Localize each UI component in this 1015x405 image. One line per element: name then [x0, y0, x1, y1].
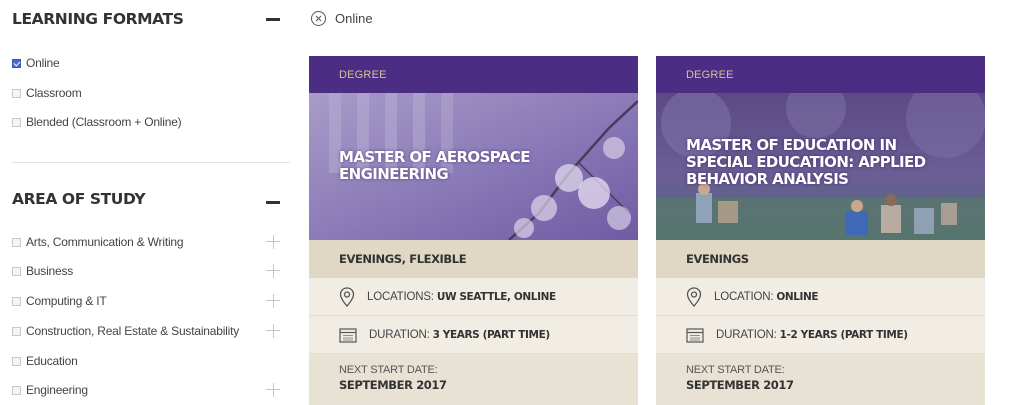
checkbox[interactable] — [12, 88, 21, 98]
area-of-study-header[interactable]: AREA OF STUDY — [12, 190, 284, 208]
expand-plus-icon[interactable] — [266, 294, 280, 308]
start-date-label: NEXT START DATE: — [686, 364, 785, 376]
checkbox[interactable] — [12, 296, 21, 306]
card-title-line: ENGINEERING — [339, 165, 449, 183]
card-title: MASTER OF AEROSPACE ENGINEERING — [339, 149, 530, 183]
section-divider — [12, 162, 290, 163]
checkbox-checked[interactable] — [12, 58, 21, 68]
learning-formats-header[interactable]: LEARNING FORMATS — [12, 10, 284, 28]
study-option-computing[interactable]: Computing & IT — [12, 294, 284, 308]
card-schedule: EVENINGS, FLEXIBLE — [339, 252, 467, 266]
format-option-online[interactable]: Online — [12, 56, 284, 70]
card-title-line: BEHAVIOR ANALYSIS — [686, 170, 849, 188]
checkbox[interactable] — [12, 385, 21, 395]
study-option-construction[interactable]: Construction, Real Estate & Sustainabili… — [12, 324, 284, 338]
start-date-value: SEPTEMBER 2017 — [339, 378, 447, 392]
format-option-label: Classroom — [26, 86, 82, 100]
checkbox[interactable] — [12, 266, 21, 276]
area-of-study-title: AREA OF STUDY — [12, 190, 146, 208]
card-duration: DURATION: 3 YEARS (PART TIME) — [369, 328, 550, 341]
study-option-label: Business — [26, 264, 74, 278]
expand-plus-icon[interactable] — [266, 264, 280, 278]
location-pin-icon — [686, 286, 702, 307]
study-option-label: Computing & IT — [26, 294, 107, 308]
active-filter-label: Online — [335, 11, 373, 26]
study-option-business[interactable]: Business — [12, 264, 284, 278]
format-option-blended[interactable]: Blended (Classroom + Online) — [12, 115, 284, 129]
card-duration-row: DURATION: 1-2 YEARS (PART TIME) — [656, 316, 985, 354]
card-start-date: NEXT START DATE: SEPTEMBER 2017 — [309, 354, 638, 405]
format-option-label: Blended (Classroom + Online) — [26, 115, 182, 129]
card-title-line: MASTER OF AEROSPACE — [339, 148, 530, 166]
study-option-label: Engineering — [26, 383, 88, 397]
card-type-label: DEGREE — [339, 69, 387, 81]
checkbox[interactable] — [12, 326, 21, 336]
filter-sidebar: LEARNING FORMATS Online Classroom Blende… — [0, 0, 290, 405]
expand-plus-icon[interactable] — [266, 324, 280, 338]
close-circle-icon[interactable] — [311, 11, 326, 26]
card-title: MASTER OF EDUCATION IN SPECIAL EDUCATION… — [686, 137, 926, 188]
checkbox[interactable] — [12, 356, 21, 366]
program-card-special-education[interactable]: DEGREE MASTER OF EDUCATION IN SPECIAL ED… — [656, 56, 985, 405]
study-option-label: Education — [26, 354, 78, 368]
study-option-arts[interactable]: Arts, Communication & Writing — [12, 235, 284, 249]
card-schedule: EVENINGS — [686, 252, 749, 266]
collapse-minus-icon[interactable] — [266, 200, 280, 204]
start-date-label: NEXT START DATE: — [339, 364, 438, 376]
study-option-education[interactable]: Education — [12, 354, 284, 368]
card-header-bar: DEGREE — [309, 56, 638, 93]
calendar-icon — [686, 327, 704, 343]
format-option-classroom[interactable]: Classroom — [12, 86, 284, 100]
program-card-aerospace[interactable]: DEGREE MASTER OF AEROSPACE ENGINEERING E… — [309, 56, 638, 405]
expand-plus-icon[interactable] — [266, 235, 280, 249]
card-location-row: LOCATION: ONLINE — [656, 278, 985, 316]
card-header-bar: DEGREE — [656, 56, 985, 93]
card-title-line: MASTER OF EDUCATION IN — [686, 136, 897, 154]
card-title-line: SPECIAL EDUCATION: APPLIED — [686, 153, 926, 171]
card-type-label: DEGREE — [686, 69, 734, 81]
card-schedule-bar: EVENINGS, FLEXIBLE — [309, 240, 638, 278]
card-location: LOCATIONS: UW SEATTLE, ONLINE — [367, 290, 556, 303]
study-option-label: Construction, Real Estate & Sustainabili… — [26, 324, 240, 338]
card-location: LOCATION: ONLINE — [714, 290, 819, 303]
learning-formats-title: LEARNING FORMATS — [12, 10, 184, 28]
checkbox[interactable] — [12, 237, 21, 247]
format-option-label: Online — [26, 56, 60, 70]
card-photo-cherry-blossoms: MASTER OF AEROSPACE ENGINEERING — [309, 93, 638, 240]
collapse-minus-icon[interactable] — [266, 17, 280, 21]
card-photo-campus-lawn: MASTER OF EDUCATION IN SPECIAL EDUCATION… — [656, 93, 985, 240]
calendar-icon — [339, 327, 357, 343]
card-duration-row: DURATION: 3 YEARS (PART TIME) — [309, 316, 638, 354]
start-date-value: SEPTEMBER 2017 — [686, 378, 794, 392]
checkbox[interactable] — [12, 117, 21, 127]
location-pin-icon — [339, 286, 355, 307]
active-filter-chip[interactable]: Online — [311, 11, 373, 26]
expand-plus-icon[interactable] — [266, 383, 280, 397]
study-option-engineering[interactable]: Engineering — [12, 383, 284, 397]
card-location-row: LOCATIONS: UW SEATTLE, ONLINE — [309, 278, 638, 316]
card-schedule-bar: EVENINGS — [656, 240, 985, 278]
study-option-label: Arts, Communication & Writing — [26, 235, 184, 249]
card-start-date: NEXT START DATE: SEPTEMBER 2017 — [656, 354, 985, 405]
card-duration: DURATION: 1-2 YEARS (PART TIME) — [716, 328, 908, 341]
